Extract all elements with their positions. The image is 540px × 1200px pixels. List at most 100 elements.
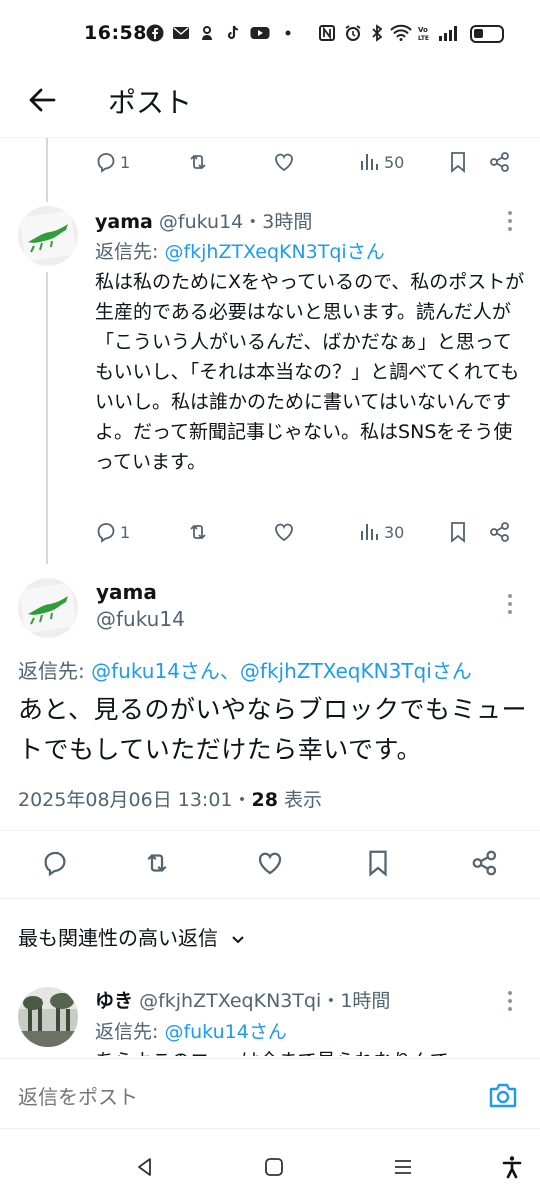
prev-tweet-actions: 1 50 bbox=[0, 150, 540, 184]
bookmark-icon bbox=[451, 522, 465, 543]
like-button[interactable] bbox=[255, 848, 285, 878]
more-options-icon[interactable] bbox=[506, 593, 514, 615]
dot-icon bbox=[285, 30, 291, 36]
nav-home-icon[interactable] bbox=[262, 1155, 286, 1179]
post-text: 私は私のためにXをやっているので、私のポストが生産的である必要はないと思います。… bbox=[95, 271, 525, 473]
app-icon bbox=[202, 26, 212, 40]
mail-icon bbox=[173, 27, 189, 39]
reply-to-line: 返信先: @fuku14さん、@fkjhZTXeqKN3Tqiさん bbox=[18, 655, 472, 684]
author-handle[interactable]: @fkjhZTXeqKN3Tqi bbox=[139, 990, 321, 1012]
volte-icon: VoLTE bbox=[418, 26, 429, 42]
post-meta: 2025年08月06日 13:01・28 表示 bbox=[18, 785, 322, 812]
post-text: あと、見るのがいやならブロックでもミュートでもしていただけたら幸いです。 bbox=[18, 695, 528, 764]
like-button[interactable] bbox=[272, 150, 296, 174]
compose-bar bbox=[0, 1058, 540, 1128]
avatar-image bbox=[18, 578, 78, 638]
avatar-image bbox=[18, 987, 78, 1047]
views-icon bbox=[361, 524, 378, 540]
back-arrow-icon[interactable] bbox=[26, 84, 58, 116]
views-label: 表示 bbox=[277, 789, 323, 811]
reply-to-label: 返信先: bbox=[95, 241, 165, 263]
nav-back-icon[interactable] bbox=[133, 1155, 157, 1179]
app-header: ポスト bbox=[0, 68, 540, 138]
share-button[interactable] bbox=[470, 848, 500, 878]
reply-sort-label: 最も関連性の高い返信 bbox=[18, 926, 218, 950]
author-name[interactable]: yama bbox=[95, 211, 153, 233]
views-count: 28 bbox=[251, 789, 278, 811]
like-button[interactable] bbox=[272, 520, 296, 544]
reply-icon bbox=[44, 851, 66, 877]
more-options-icon[interactable] bbox=[506, 990, 514, 1012]
avatar-image bbox=[18, 206, 78, 266]
signal-icon bbox=[439, 26, 457, 41]
views-count: 30 bbox=[384, 522, 405, 542]
facebook-icon bbox=[146, 24, 164, 42]
system-nav-bar bbox=[0, 1128, 540, 1200]
views-count: 50 bbox=[384, 152, 405, 172]
post-text: あらよこのエー‥は全まで見られなりんで bbox=[95, 1046, 449, 1056]
post-timestamp[interactable]: 2025年08月06日 13:01・ bbox=[18, 789, 252, 811]
heart-icon bbox=[275, 523, 293, 542]
alarm-icon bbox=[345, 25, 361, 41]
camera-icon[interactable] bbox=[488, 1081, 518, 1109]
more-options-icon[interactable] bbox=[506, 210, 514, 232]
repost-icon bbox=[147, 853, 167, 873]
divider bbox=[0, 830, 540, 831]
reply-icon bbox=[97, 153, 115, 173]
reply1-actions: 1 30 bbox=[0, 520, 540, 554]
reply-to-link[interactable]: @fkjhZTXeqKN3Tqiさん bbox=[164, 241, 384, 263]
youtube-icon bbox=[250, 27, 270, 39]
author-name[interactable]: ゆき bbox=[95, 990, 133, 1012]
tiktok-icon bbox=[227, 25, 239, 40]
status-bar: 16:58 Vo LTE bbox=[0, 0, 540, 68]
reply-button[interactable] bbox=[40, 848, 70, 878]
reply-count: 1 bbox=[120, 522, 131, 542]
accessibility-icon[interactable] bbox=[500, 1155, 524, 1179]
reply-to-line: 返信先: @fkjhZTXeqKN3Tqiさん bbox=[95, 237, 385, 264]
author-name[interactable]: yama bbox=[96, 580, 157, 604]
bookmark-button[interactable] bbox=[446, 520, 470, 544]
svg-text:Vo: Vo bbox=[418, 26, 428, 34]
views-button[interactable]: 50 bbox=[358, 150, 404, 174]
reply-to-line: 返信先: @fuku14さん bbox=[95, 1017, 287, 1044]
status-time: 16:58 bbox=[84, 22, 147, 44]
post-time: ・3時間 bbox=[243, 211, 313, 233]
author-handle[interactable]: @fuku14 bbox=[159, 211, 243, 233]
bookmark-button[interactable] bbox=[446, 150, 470, 174]
nav-recents-icon[interactable] bbox=[391, 1155, 415, 1179]
reply1-name-line: yama @fuku14・3時間 bbox=[95, 207, 312, 234]
reply-icon bbox=[97, 523, 115, 543]
repost-button[interactable] bbox=[142, 848, 172, 878]
repost-icon bbox=[190, 154, 206, 170]
svg-text:LTE: LTE bbox=[418, 35, 429, 42]
reply-to-link[interactable]: @fuku14さん、@fkjhZTXeqKN3Tqiさん bbox=[91, 659, 472, 683]
bookmark-button[interactable] bbox=[363, 848, 393, 878]
reply2-name-line: ゆき @fkjhZTXeqKN3Tqi・1時間 bbox=[95, 986, 390, 1013]
share-button[interactable] bbox=[488, 520, 512, 544]
author-handle[interactable]: @fuku14 bbox=[96, 607, 185, 631]
page-title: ポスト bbox=[108, 86, 193, 119]
reply-sort-dropdown[interactable]: 最も関連性の高い返信 bbox=[18, 922, 246, 951]
share-icon bbox=[490, 152, 509, 172]
avatar[interactable] bbox=[18, 206, 78, 266]
bookmark-icon bbox=[369, 850, 387, 877]
battery-icon bbox=[470, 25, 504, 43]
share-icon bbox=[472, 850, 497, 876]
reply-button[interactable]: 1 bbox=[94, 150, 130, 174]
repost-button[interactable] bbox=[186, 520, 210, 544]
share-button[interactable] bbox=[488, 150, 512, 174]
divider bbox=[0, 898, 540, 899]
reply-to-label: 返信先: bbox=[95, 1021, 165, 1043]
reply-button[interactable]: 1 bbox=[94, 520, 130, 544]
repost-button[interactable] bbox=[186, 150, 210, 174]
bluetooth-icon bbox=[372, 24, 383, 42]
wifi-icon bbox=[390, 24, 412, 41]
views-button[interactable]: 30 bbox=[358, 520, 404, 544]
reply-to-link[interactable]: @fuku14さん bbox=[164, 1021, 286, 1043]
reply-input[interactable] bbox=[18, 1085, 418, 1109]
avatar[interactable] bbox=[18, 987, 78, 1047]
reply-to-label: 返信先: bbox=[18, 659, 92, 683]
avatar[interactable] bbox=[18, 578, 78, 638]
views-icon bbox=[361, 154, 378, 170]
reply-count: 1 bbox=[120, 152, 131, 172]
